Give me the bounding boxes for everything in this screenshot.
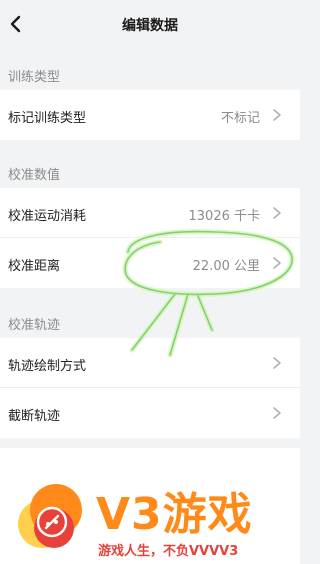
- v3-logo-icon: [18, 484, 82, 548]
- page-title: 编辑数据: [122, 18, 178, 34]
- row-value: 不标记: [220, 111, 260, 126]
- row-calibrate-calories[interactable]: 校准运动消耗 13026 千卡: [0, 188, 300, 238]
- row-label: 轨迹绘制方式: [8, 359, 87, 374]
- row-track-draw-mode[interactable]: 轨迹绘制方式: [0, 338, 300, 388]
- chevron-right-icon: [273, 109, 281, 121]
- row-label: 标记训练类型: [8, 111, 87, 126]
- row-mark-training-type[interactable]: 标记训练类型 不标记: [0, 90, 300, 140]
- watermark-brand: V3游戏: [96, 489, 253, 540]
- section-label-calibrate-values: 校准数值: [8, 168, 61, 183]
- chevron-right-icon: [273, 207, 281, 219]
- row-value: 13026 千卡: [188, 209, 261, 224]
- chevron-right-icon: [273, 407, 281, 419]
- section-label-calibrate-track: 校准轨迹: [8, 318, 61, 333]
- section-label-training-type: 训练类型: [8, 70, 61, 85]
- watermark-slogan: 游戏人生，不负VVVV3: [98, 544, 239, 559]
- card-calibrate-track: 轨迹绘制方式 截断轨迹: [0, 338, 300, 438]
- row-label: 校准距离: [8, 259, 61, 274]
- card-training-type: 标记训练类型 不标记: [0, 90, 300, 140]
- chevron-right-icon: [273, 357, 281, 369]
- row-label: 截断轨迹: [8, 409, 61, 424]
- header: 编辑数据: [0, 0, 300, 48]
- card-calibrate-values: 校准运动消耗 13026 千卡 校准距离 22.00 公里: [0, 188, 300, 288]
- row-label: 校准运动消耗: [8, 209, 87, 224]
- chevron-right-icon: [273, 257, 281, 269]
- row-value: 22.00 公里: [192, 259, 260, 274]
- row-truncate-track[interactable]: 截断轨迹: [0, 388, 300, 438]
- row-calibrate-distance[interactable]: 校准距离 22.00 公里: [0, 238, 300, 288]
